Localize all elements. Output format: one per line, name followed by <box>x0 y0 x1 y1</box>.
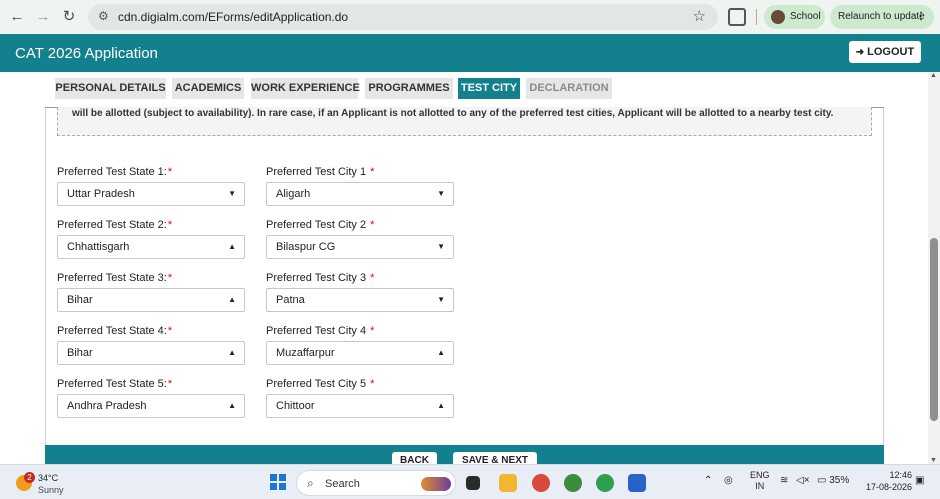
scroll-thumb[interactable] <box>930 238 938 421</box>
outlook-icon[interactable] <box>628 474 646 492</box>
state-4-select[interactable]: Bihar ▲ <box>57 341 245 365</box>
scroll-up-icon[interactable]: ▲ <box>930 72 937 79</box>
tab-test-city[interactable]: TEST CITY <box>458 78 520 99</box>
chrome-icon[interactable] <box>532 474 550 492</box>
state-5-label: Preferred Test State 5:* <box>57 378 173 390</box>
dropdown-caret-icon: ▲ <box>228 401 236 410</box>
url-text: cdn.digialm.com/EForms/editApplication.d… <box>118 10 349 24</box>
address-bar[interactable]: ⚙ cdn.digialm.com/EForms/editApplication… <box>88 4 718 30</box>
notification-badge: 2 <box>24 472 35 483</box>
task-view-icon[interactable] <box>466 476 480 490</box>
more-menu-icon[interactable]: ⋮ <box>916 5 926 29</box>
state-3-label: Preferred Test State 3:* <box>57 272 173 284</box>
windows-start-icon[interactable] <box>270 474 286 490</box>
dropdown-caret-icon: ▲ <box>228 242 236 251</box>
browser-toolbar: ← → ↻ ⚙ cdn.digialm.com/EForms/editAppli… <box>0 0 940 34</box>
language-indicator[interactable]: ENG IN <box>750 470 770 492</box>
scroll-down-icon[interactable]: ▼ <box>930 457 937 464</box>
toolbar-divider <box>756 9 757 25</box>
city-1-select[interactable]: Aligarh ▼ <box>266 182 454 206</box>
dropdown-caret-icon: ▲ <box>437 401 445 410</box>
extensions-icon[interactable] <box>728 8 746 26</box>
state-3-select[interactable]: Bihar ▲ <box>57 288 245 312</box>
tab-bar: PERSONAL DETAILS ACADEMICS WORK EXPERIEN… <box>45 72 884 108</box>
relaunch-label: Relaunch to update <box>838 11 925 22</box>
dropdown-caret-icon: ▼ <box>228 189 236 198</box>
chrome-profile-icon[interactable] <box>564 474 582 492</box>
tab-work-experience[interactable]: WORK EXPERIENCE <box>251 78 360 99</box>
page-scrollbar[interactable]: ▲ ▼ <box>928 72 940 464</box>
notice-box: will be allotted (subject to availabilit… <box>57 107 872 136</box>
dropdown-caret-icon: ▲ <box>437 348 445 357</box>
relaunch-button[interactable]: Relaunch to update ⋮ <box>830 5 934 29</box>
dropdown-caret-icon: ▲ <box>228 348 236 357</box>
dropdown-caret-icon: ▼ <box>437 295 445 304</box>
tab-programmes[interactable]: PROGRAMMES <box>365 78 453 99</box>
avatar <box>771 10 785 24</box>
logout-button[interactable]: ➜ LOGOUT <box>849 41 921 63</box>
back-arrow-icon[interactable]: ← <box>8 8 26 26</box>
dropdown-caret-icon: ▼ <box>437 189 445 198</box>
state-2-select[interactable]: Chhattisgarh ▲ <box>57 235 245 259</box>
dropdown-caret-icon: ▲ <box>228 295 236 304</box>
clock[interactable]: 12:46 17-08-2026 <box>862 469 912 493</box>
forward-arrow-icon[interactable]: → <box>34 8 52 26</box>
taskbar-search[interactable]: ⌕ Search <box>296 470 456 496</box>
city-4-select[interactable]: Muzaffarpur ▲ <box>266 341 454 365</box>
city-3-select[interactable]: Patna ▼ <box>266 288 454 312</box>
file-explorer-icon[interactable] <box>499 474 517 492</box>
state-1-label: Preferred Test State 1:* <box>57 166 173 178</box>
app-header: CAT 2026 Application <box>0 34 940 72</box>
tab-personal-details[interactable]: PERSONAL DETAILS <box>55 78 166 99</box>
logout-icon: ➜ <box>855 47 865 58</box>
city-2-select[interactable]: Bilaspur CG ▼ <box>266 235 454 259</box>
weather-condition: Sunny <box>38 485 64 495</box>
tab-academics[interactable]: ACADEMICS <box>172 78 244 99</box>
city-4-label: Preferred Test City 4 * <box>266 325 375 337</box>
tray-overflow-icon[interactable]: ⌃ <box>704 475 712 486</box>
search-icon: ⌕ <box>307 476 314 490</box>
city-5-select[interactable]: Chittoor ▲ <box>266 394 454 418</box>
profile-label: School <box>790 11 821 22</box>
bookmark-star-icon[interactable]: ☆ <box>693 7 706 25</box>
state-1-select[interactable]: Uttar Pradesh ▼ <box>57 182 245 206</box>
volume-icon[interactable]: ◁× <box>796 475 810 486</box>
profile-chip[interactable]: School <box>764 5 825 29</box>
city-2-label: Preferred Test City 2 * <box>266 219 375 231</box>
city-3-label: Preferred Test City 3 * <box>266 272 375 284</box>
tab-declaration[interactable]: DECLARATION <box>526 78 612 99</box>
page-title: CAT 2026 Application <box>15 45 158 62</box>
city-5-label: Preferred Test City 5 * <box>266 378 375 390</box>
notice-text: will be allotted (subject to availabilit… <box>72 108 834 119</box>
location-icon[interactable]: ◎ <box>724 475 733 486</box>
taskbar: 2 34°C Sunny ⌕ Search ⌃ ◎ ENG IN ≋ ◁× ▭ 3… <box>0 464 940 499</box>
state-4-label: Preferred Test State 4:* <box>57 325 173 337</box>
chrome-alt-icon[interactable] <box>596 474 614 492</box>
weather-temp: 34°C <box>38 473 59 483</box>
reload-icon[interactable]: ↻ <box>60 8 78 26</box>
city-1-label: Preferred Test City 1 * <box>266 166 375 178</box>
state-5-select[interactable]: Andhra Pradesh ▲ <box>57 394 245 418</box>
dropdown-caret-icon: ▼ <box>437 242 445 251</box>
state-2-label: Preferred Test State 2:* <box>57 219 173 231</box>
search-highlight-icon <box>421 477 451 491</box>
battery-indicator[interactable]: ▭ 35% <box>817 475 849 486</box>
weather-widget[interactable]: 2 34°C Sunny <box>14 470 84 496</box>
wifi-icon[interactable]: ≋ <box>780 475 788 486</box>
notifications-icon[interactable]: ▣ <box>915 475 924 486</box>
logout-label: LOGOUT <box>867 46 915 58</box>
search-placeholder: Search <box>325 478 360 490</box>
site-settings-icon[interactable]: ⚙ <box>98 9 109 23</box>
